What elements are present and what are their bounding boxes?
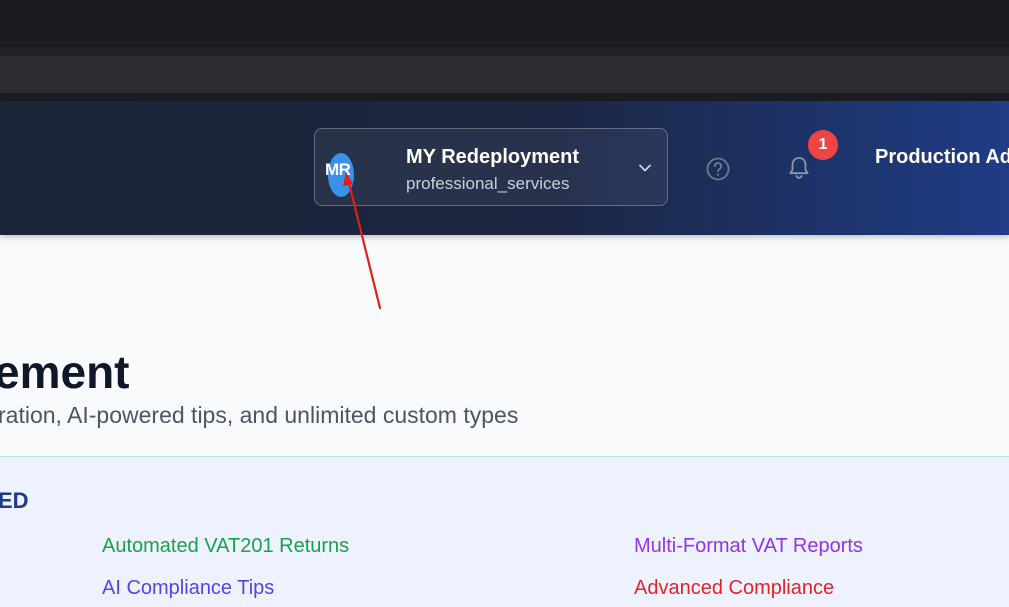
org-type: professional_services: [406, 174, 570, 193]
help-icon[interactable]: [705, 156, 731, 182]
notification-count-badge: 1: [808, 130, 838, 160]
browser-tab-strip: [0, 0, 1009, 47]
browser-gap: [0, 93, 1009, 101]
features-heading: ED: [0, 488, 29, 513]
avatar-initials: MR: [325, 160, 351, 179]
org-switcher-button[interactable]: MR MY Redeployment professional_services: [314, 128, 668, 206]
feature-item: Advanced Compliance: [634, 577, 835, 599]
page-title: ement: [0, 346, 130, 398]
app-header: MR MY Redeployment professional_services…: [0, 101, 1009, 235]
page-subtitle: ration, AI-powered tips, and unlimited c…: [0, 402, 519, 428]
feature-item: Multi-Format VAT Reports: [634, 535, 863, 557]
browser-divider: [0, 47, 1009, 56]
bell-icon[interactable]: [786, 154, 812, 182]
feature-item: Automated VAT201 Returns: [102, 535, 350, 557]
chevron-down-icon: [639, 164, 651, 172]
browser-address-bar[interactable]: [0, 56, 1009, 93]
org-name: MY Redeployment: [406, 146, 579, 168]
environment-label[interactable]: Production Ad: [875, 146, 1009, 169]
feature-item: AI Compliance Tips: [102, 577, 275, 599]
features-panel: ED Automated VAT201 Returns Multi-Format…: [0, 456, 1009, 607]
